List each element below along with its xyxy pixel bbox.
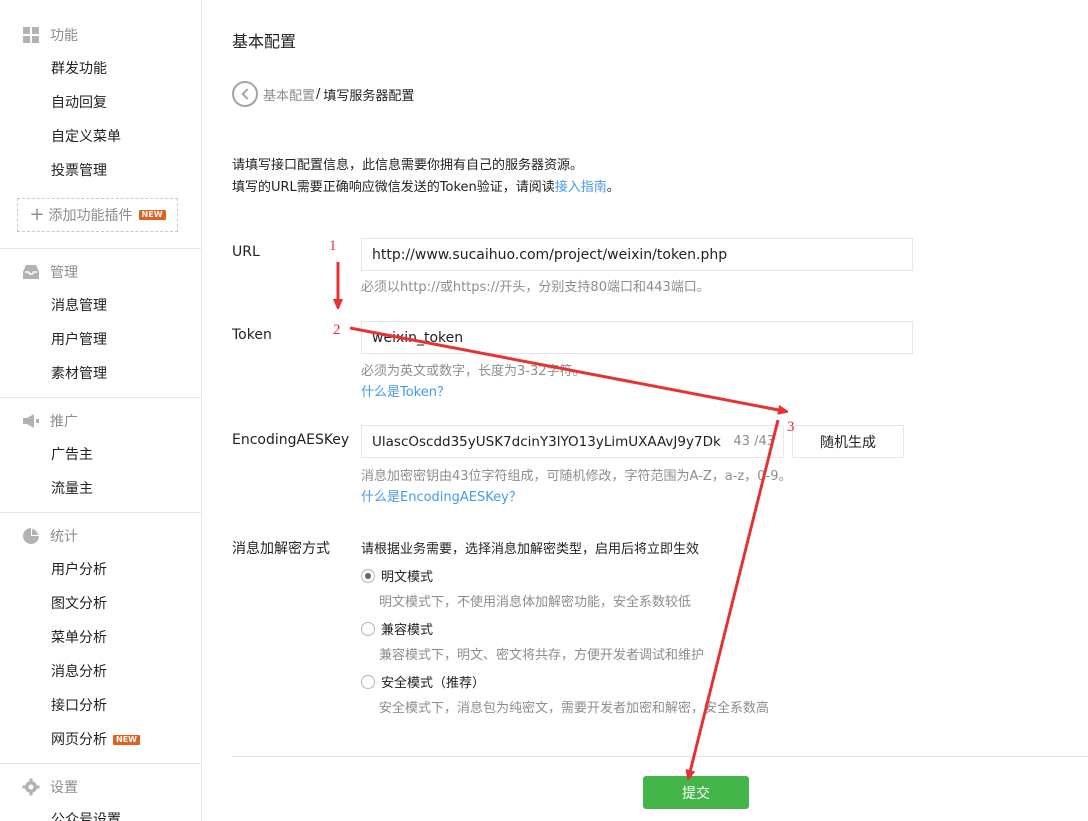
- url-input[interactable]: [361, 238, 913, 271]
- sidebar-item-menu-analysis[interactable]: 菜单分析: [51, 628, 107, 648]
- what-is-aeskey-link[interactable]: 什么是EncodingAESKey？: [361, 486, 522, 505]
- url-label: URL: [232, 244, 260, 260]
- intro-text: 请填写接口配置信息，此信息需要你拥有自己的服务器资源。 填写的URL需要正确响应…: [232, 155, 620, 199]
- generate-random-button[interactable]: 随机生成: [792, 425, 904, 458]
- aeskey-char-count: 43 /43: [733, 434, 775, 449]
- sidebar: 功能 群发功能 自动回复 自定义菜单 投票管理 + 添加功能插件 NEW 管理 …: [0, 0, 202, 821]
- radio-desc: 明文模式下，不使用消息体加解密功能，安全系数较低: [379, 595, 692, 610]
- token-input[interactable]: [361, 321, 913, 354]
- sidebar-item-materials[interactable]: 素材管理: [51, 364, 107, 384]
- encrypt-desc: 请根据业务需要，选择消息加解密类型，启用后将立即生效: [361, 542, 700, 557]
- intro-line-1: 请填写接口配置信息，此信息需要你拥有自己的服务器资源。: [232, 158, 584, 173]
- sidebar-item-account-settings[interactable]: 公众号设置: [51, 810, 121, 821]
- intro-line-2-prefix: 填写的URL需要正确响应微信发送的Token验证，请阅读: [232, 180, 555, 195]
- back-button[interactable]: [232, 81, 258, 107]
- section-title: 统计: [50, 529, 78, 545]
- aeskey-input[interactable]: [372, 433, 734, 450]
- gear-icon: [22, 778, 40, 796]
- add-plugin-label: 添加功能插件: [48, 208, 133, 224]
- breadcrumb-parent[interactable]: 基本配置: [263, 85, 315, 104]
- breadcrumb-separator: /: [316, 86, 321, 102]
- sidebar-item-auto-reply[interactable]: 自动回复: [51, 93, 107, 113]
- annotation-step-1: 1: [329, 238, 337, 254]
- inbox-icon: [22, 263, 40, 281]
- divider: [0, 512, 202, 513]
- section-title: 设置: [50, 780, 78, 796]
- section-header-manage: 管理: [22, 262, 78, 282]
- sidebar-item-mass-send[interactable]: 群发功能: [51, 59, 107, 79]
- section-header-stats: 统计: [22, 526, 78, 546]
- new-badge: NEW: [138, 210, 166, 220]
- sidebar-item-users[interactable]: 用户管理: [51, 330, 107, 350]
- breadcrumb: 基本配置 / 填写服务器配置: [232, 81, 414, 107]
- new-badge: NEW: [113, 735, 140, 745]
- divider: [0, 248, 202, 249]
- access-guide-link[interactable]: 接入指南: [555, 180, 607, 195]
- annotation-step-2: 2: [333, 322, 341, 338]
- section-header-features: 功能: [22, 25, 78, 45]
- radio-label: 兼容模式: [381, 623, 434, 638]
- section-header-settings: 设置: [22, 777, 78, 797]
- intro-line-2: 填写的URL需要正确响应微信发送的Token验证，请阅读接入指南。: [232, 177, 620, 199]
- intro-line-2-suffix: 。: [606, 180, 620, 195]
- radio-secure-mode[interactable]: 安全模式（推荐）: [361, 672, 485, 691]
- sidebar-item-messages[interactable]: 消息管理: [51, 296, 107, 316]
- annotation-step-3: 3: [787, 419, 795, 435]
- footer-divider: [232, 756, 1088, 757]
- divider: [0, 397, 202, 398]
- radio-button[interactable]: [361, 674, 375, 689]
- aeskey-field: 43 /43: [361, 425, 784, 458]
- main-content: 基本配置 基本配置 / 填写服务器配置 请填写接口配置信息，此信息需要你拥有自己…: [202, 0, 1088, 821]
- radio-label: 明文模式: [381, 570, 434, 585]
- grid-icon: [22, 26, 40, 44]
- section-title: 推广: [50, 414, 78, 430]
- sidebar-item-message-analysis[interactable]: 消息分析: [51, 662, 107, 682]
- pie-chart-icon: [22, 527, 40, 545]
- sidebar-item-publisher[interactable]: 流量主: [51, 479, 93, 499]
- token-hint: 必须为英文或数字，长度为3-32字符。: [361, 364, 586, 379]
- sidebar-item-webpage-analysis[interactable]: 网页分析 NEW: [51, 730, 140, 750]
- token-label: Token: [232, 327, 272, 343]
- page-title: 基本配置: [232, 32, 297, 51]
- radio-label: 安全模式（推荐）: [381, 676, 486, 691]
- radio-button-checked[interactable]: [361, 568, 375, 583]
- submit-button[interactable]: 提交: [643, 776, 749, 809]
- section-header-promote: 推广: [22, 411, 78, 431]
- sidebar-item-user-analysis[interactable]: 用户分析: [51, 560, 107, 580]
- chevron-left-icon: [241, 88, 253, 100]
- url-hint: 必须以http://或https://开头，分别支持80端口和443端口。: [361, 280, 710, 295]
- encrypt-label: 消息加解密方式: [232, 541, 330, 557]
- sidebar-item-label: 网页分析: [51, 732, 107, 748]
- sidebar-item-article-analysis[interactable]: 图文分析: [51, 594, 107, 614]
- megaphone-icon: [22, 412, 40, 430]
- sidebar-item-api-analysis[interactable]: 接口分析: [51, 696, 107, 716]
- plus-icon: +: [29, 204, 45, 225]
- what-is-token-link[interactable]: 什么是Token？: [361, 381, 450, 400]
- sidebar-item-advertiser[interactable]: 广告主: [51, 445, 93, 465]
- radio-desc: 兼容模式下，明文、密文将共存，方便开发者调试和维护: [379, 648, 705, 663]
- breadcrumb-current: 填写服务器配置: [323, 88, 415, 104]
- radio-desc: 安全模式下，消息包为纯密文，需要开发者加密和解密，安全系数高: [379, 701, 770, 716]
- sidebar-item-vote[interactable]: 投票管理: [51, 161, 107, 181]
- radio-plaintext-mode[interactable]: 明文模式: [361, 566, 433, 585]
- section-title: 管理: [50, 265, 78, 281]
- add-plugin-button[interactable]: + 添加功能插件 NEW: [17, 198, 178, 232]
- aeskey-label: EncodingAESKey: [232, 432, 350, 448]
- aeskey-hint: 消息加密密钥由43位字符组成，可随机修改，字符范围为A-Z，a-z，0-9。: [361, 469, 792, 484]
- radio-button[interactable]: [361, 621, 375, 636]
- sidebar-item-custom-menu[interactable]: 自定义菜单: [51, 127, 121, 147]
- radio-compatible-mode[interactable]: 兼容模式: [361, 619, 433, 638]
- divider: [0, 763, 202, 764]
- section-title: 功能: [50, 28, 78, 44]
